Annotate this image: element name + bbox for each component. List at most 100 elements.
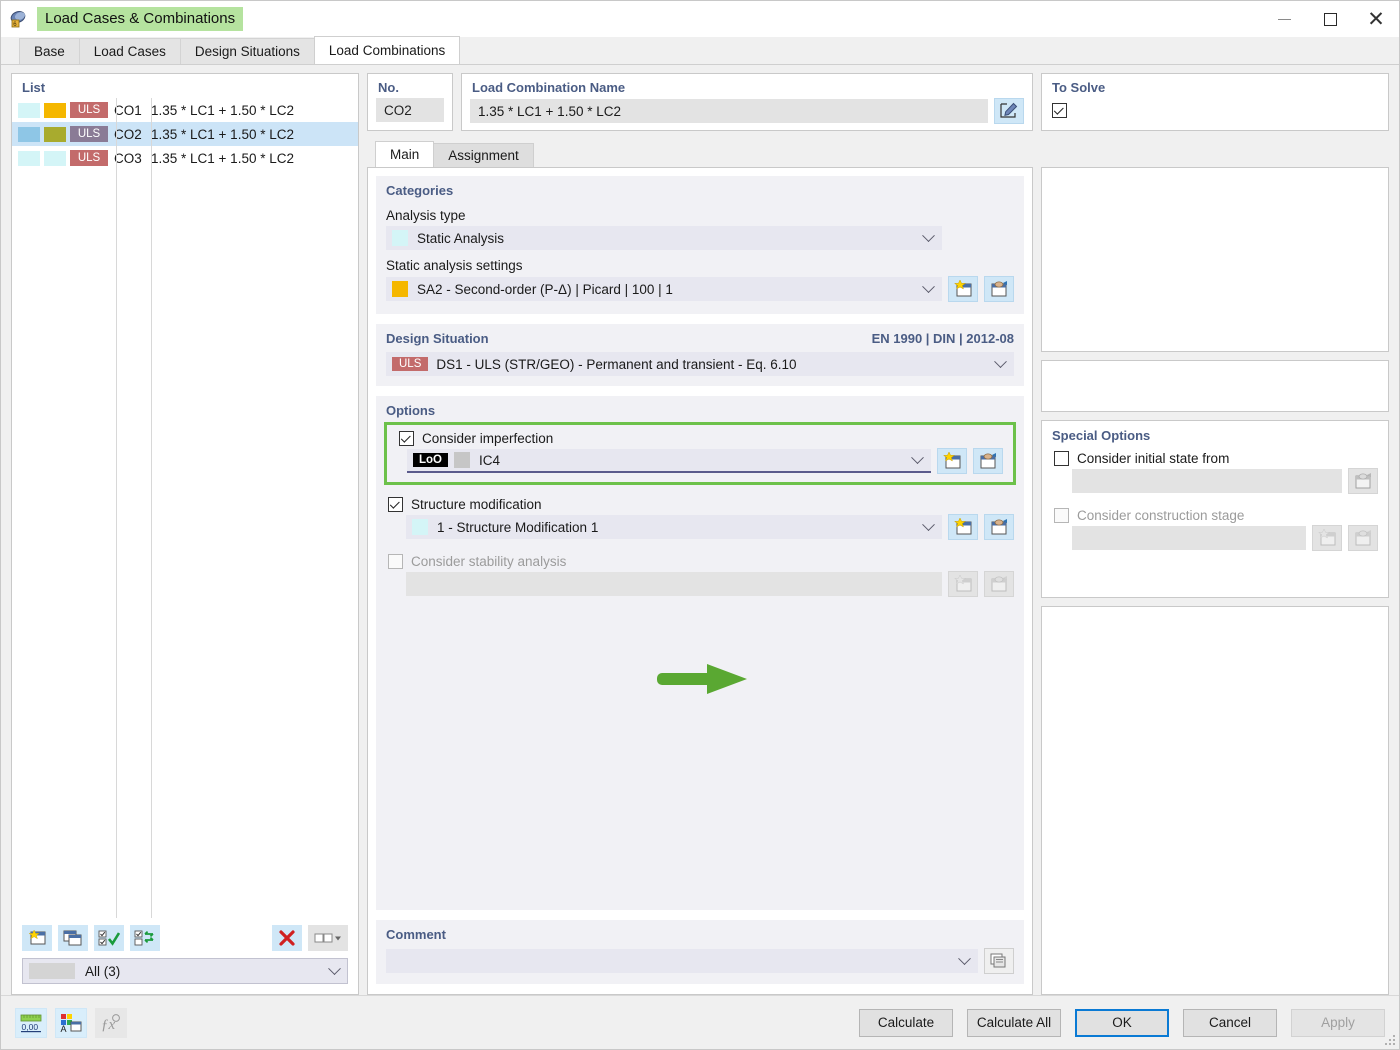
construction-stage-value-row	[1042, 525, 1388, 551]
list-item[interactable]: ULS CO1 1.35 * LC1 + 1.50 * LC2	[12, 98, 358, 122]
tab-main[interactable]: Main	[375, 141, 435, 167]
static-analysis-settings-value: SA2 - Second-order (P-Δ) | Picard | 100 …	[417, 281, 673, 297]
delete-combination-button[interactable]	[272, 925, 302, 951]
structure-modification-label: Structure modification	[411, 497, 542, 512]
comment-dropdown[interactable]	[386, 949, 978, 973]
comment-group: Comment	[376, 920, 1024, 984]
edit-pencil-icon[interactable]	[994, 98, 1024, 124]
chevron-down-icon	[328, 961, 341, 975]
row-badge: ULS	[70, 126, 108, 142]
static-analysis-settings-dropdown[interactable]: SA2 - Second-order (P-Δ) | Picard | 100 …	[386, 277, 942, 301]
select-all-button[interactable]	[94, 925, 124, 951]
initial-state-field	[1072, 469, 1342, 493]
design-situation-value: DS1 - ULS (STR/GEO) - Permanent and tran…	[436, 356, 797, 372]
consider-imperfection-highlight: Consider imperfection LoO IC4	[384, 422, 1016, 485]
view-options-button[interactable]	[308, 925, 348, 951]
consider-initial-state-checkbox[interactable]	[1054, 451, 1069, 466]
load-combination-name-panel: Load Combination Name 1.35 * LC1 + 1.50 …	[461, 73, 1033, 131]
design-situation-row: ULS DS1 - ULS (STR/GEO) - Permanent and …	[376, 348, 1024, 376]
apply-button: Apply	[1291, 1008, 1385, 1037]
consider-initial-state-label: Consider initial state from	[1077, 451, 1230, 466]
chevron-down-icon	[922, 517, 935, 531]
svg-text:A: A	[61, 1024, 67, 1034]
stability-analysis-dropdown	[406, 572, 942, 596]
row-swatch-1	[18, 126, 40, 142]
analysis-type-value: Static Analysis	[417, 230, 505, 246]
design-situation-dropdown[interactable]: ULS DS1 - ULS (STR/GEO) - Permanent and …	[386, 352, 1014, 376]
tab-assignment[interactable]: Assignment	[433, 143, 534, 167]
to-solve-checkbox[interactable]	[1052, 103, 1067, 118]
row-expression: 1.35 * LC1 + 1.50 * LC2	[151, 126, 294, 142]
analysis-type-label: Analysis type	[386, 208, 466, 223]
units-icon[interactable]: 0,00	[15, 1007, 47, 1038]
row-expression: 1.35 * LC1 + 1.50 * LC2	[151, 150, 294, 166]
consider-construction-stage-row: Consider construction stage	[1042, 494, 1388, 525]
resize-grip[interactable]	[1384, 1034, 1396, 1046]
list-filter-dropdown[interactable]: All (3)	[22, 958, 348, 984]
list-panel-title: List	[22, 80, 46, 95]
main-content: No. CO2 Load Combination Name 1.35 * LC1…	[367, 73, 1389, 995]
chevron-down-icon	[911, 450, 924, 464]
design-situation-group: Design Situation EN 1990 | DIN | 2012-08…	[376, 324, 1024, 386]
dialog-footer: 0,00 A ƒx Calculate Calculate All OK Can…	[1, 995, 1399, 1049]
edit-item-icon[interactable]	[984, 276, 1014, 302]
structure-modification-checkbox[interactable]	[388, 497, 403, 512]
special-options-panel: Special Options Consider initial state f…	[1041, 420, 1389, 598]
row-id: CO2	[114, 126, 142, 142]
tab-load-combinations[interactable]: Load Combinations	[313, 36, 461, 64]
minimize-button[interactable]	[1261, 1, 1307, 37]
ok-button[interactable]: OK	[1075, 1008, 1169, 1037]
copy-icon[interactable]	[984, 948, 1014, 974]
tab-base[interactable]: Base	[19, 38, 80, 64]
new-item-icon[interactable]	[948, 514, 978, 540]
consider-construction-stage-checkbox[interactable]	[1054, 508, 1069, 523]
copy-combination-button[interactable]	[58, 925, 88, 951]
title-bar: 6 Load Cases & Combinations ✕	[1, 1, 1399, 37]
consider-stability-analysis-row: Consider stability analysis	[376, 540, 1024, 571]
consider-imperfection-label: Consider imperfection	[422, 431, 554, 446]
new-combination-button[interactable]	[22, 925, 52, 951]
tab-design-situations[interactable]: Design Situations	[179, 38, 315, 64]
edit-item-icon[interactable]	[1348, 468, 1378, 494]
edit-item-icon[interactable]	[973, 448, 1003, 474]
load-combination-name-value[interactable]: 1.35 * LC1 + 1.50 * LC2	[470, 99, 988, 123]
maximize-button[interactable]	[1307, 1, 1353, 37]
categories-title: Categories	[376, 176, 1024, 200]
row-id: CO1	[114, 102, 142, 118]
consider-imperfection-checkbox[interactable]	[399, 431, 414, 446]
special-options-title-text: Special Options	[1052, 428, 1151, 443]
categories-title-text: Categories	[386, 183, 454, 198]
new-item-icon[interactable]	[948, 276, 978, 302]
structure-modification-dropdown[interactable]: 1 - Structure Modification 1	[406, 515, 942, 539]
window-controls: ✕	[1261, 1, 1399, 37]
calculate-all-button[interactable]: Calculate All	[967, 1008, 1061, 1037]
new-item-icon	[1312, 525, 1342, 551]
close-button[interactable]: ✕	[1353, 1, 1399, 37]
list-item[interactable]: ULS CO2 1.35 * LC1 + 1.50 * LC2	[12, 122, 358, 146]
consider-stability-analysis-checkbox[interactable]	[388, 554, 403, 569]
tab-content-row: Categories Analysis type Static Analysis	[367, 167, 1389, 995]
main-tab-panel: Categories Analysis type Static Analysis	[367, 167, 1033, 995]
options-title-text: Options	[386, 403, 436, 418]
to-solve-label: To Solve	[1052, 80, 1106, 95]
calculate-button[interactable]: Calculate	[859, 1008, 953, 1037]
design-situation-badge: ULS	[392, 357, 429, 371]
display-properties-icon[interactable]: A	[55, 1007, 87, 1038]
imperfection-case-dropdown[interactable]: LoO IC4	[407, 449, 931, 473]
side-panel-middle	[1041, 360, 1389, 412]
combination-list[interactable]: ULS CO1 1.35 * LC1 + 1.50 * LC2 ULS CO2 …	[12, 98, 358, 918]
new-item-icon[interactable]	[937, 448, 967, 474]
analysis-type-swatch	[392, 230, 408, 246]
invert-selection-button[interactable]	[130, 925, 160, 951]
edit-item-icon[interactable]	[984, 514, 1014, 540]
inner-tab-strip: Main Assignment	[367, 141, 1389, 167]
analysis-type-dropdown[interactable]: Static Analysis	[386, 226, 942, 250]
design-standard-text: EN 1990 | DIN | 2012-08	[871, 331, 1014, 346]
list-item[interactable]: ULS CO3 1.35 * LC1 + 1.50 * LC2	[12, 146, 358, 170]
edit-item-icon	[1348, 525, 1378, 551]
chevron-down-icon	[994, 354, 1007, 368]
tab-load-cases[interactable]: Load Cases	[78, 38, 181, 64]
cancel-button[interactable]: Cancel	[1183, 1008, 1277, 1037]
structure-modification-swatch	[412, 519, 428, 535]
formula-icon: ƒx	[95, 1007, 127, 1038]
